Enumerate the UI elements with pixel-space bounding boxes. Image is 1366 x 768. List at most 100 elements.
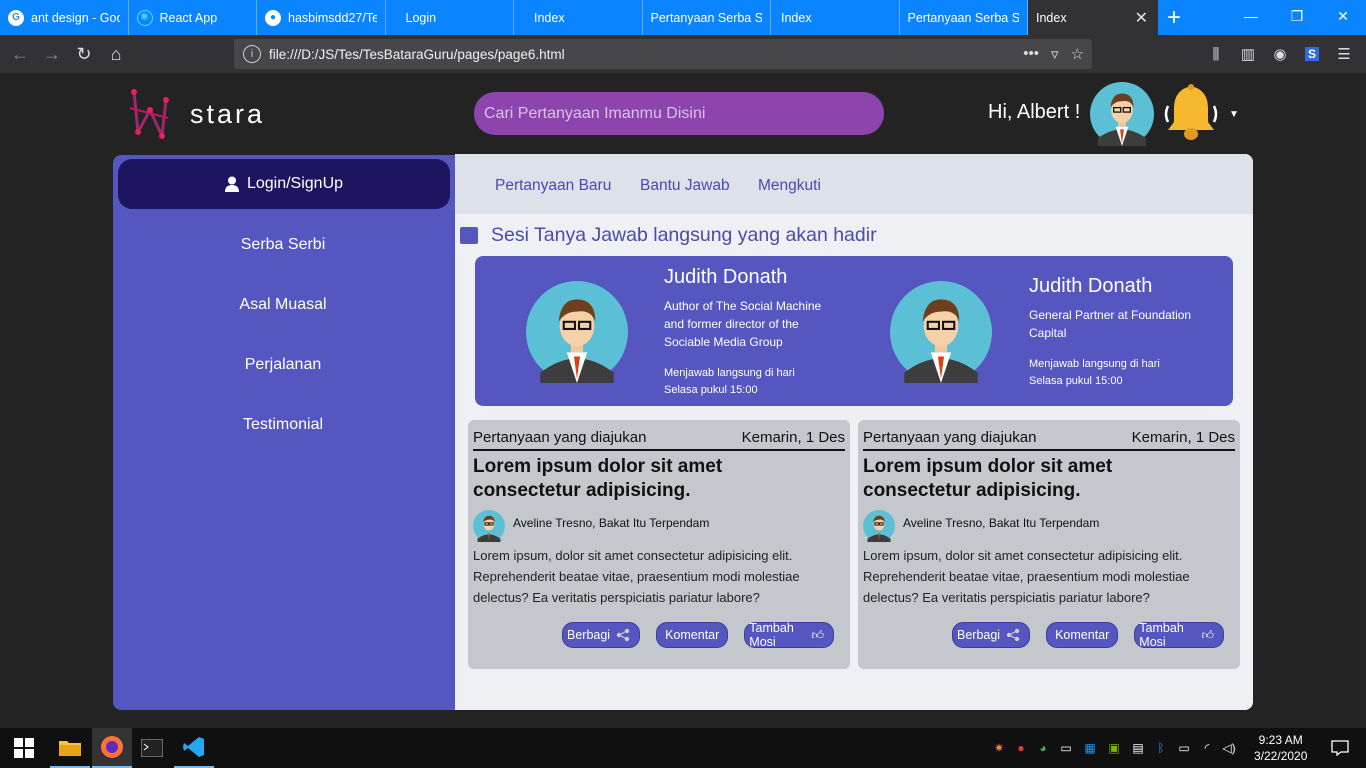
login-signup-label: Login/SignUp — [246, 175, 344, 192]
user-icon — [224, 176, 239, 192]
vscode-icon[interactable] — [174, 728, 214, 768]
card-title[interactable]: Lorem ipsum dolor sit amet consectetur a… — [863, 455, 1183, 503]
tab-index-active[interactable]: Index ✕ — [1028, 0, 1158, 35]
tab-pertanyaan-2[interactable]: Pertanyaan Serba Se — [900, 0, 1028, 35]
comment-button[interactable]: Komentar — [656, 622, 729, 648]
tab-login[interactable]: Login — [386, 0, 514, 35]
reload-icon[interactable]: ↻ — [68, 38, 100, 70]
restore-icon[interactable]: ❐ — [1274, 0, 1320, 32]
logo-icon — [129, 89, 169, 139]
sidebar-item-asal-muasal[interactable]: Asal Muasal — [113, 296, 453, 314]
author-avatar — [863, 510, 895, 542]
speaker-desc: General Partner at Foundation Capital — [1029, 308, 1192, 340]
window-controls: — ❐ ✕ — [1228, 0, 1366, 32]
main-tabs: Pertanyaan Baru Bantu Jawab Mengkuti — [455, 154, 1253, 214]
clock-time: 9:23 AM — [1258, 733, 1303, 747]
main-content: Pertanyaan Baru Bantu Jawab Mengkuti Ses… — [455, 154, 1253, 710]
nvidia-icon[interactable]: ▣ — [1102, 741, 1126, 755]
minimize-icon[interactable]: — — [1228, 0, 1274, 32]
card-actions: Berbagi Komentar Tambah Mosi 👍︎ — [952, 621, 1240, 649]
vote-button[interactable]: Tambah Mosi 👍︎ — [1134, 621, 1224, 649]
tab-index-1[interactable]: Index — [514, 0, 643, 35]
tab-bantu-jawab[interactable]: Bantu Jawab — [640, 177, 730, 195]
firefox-icon[interactable] — [92, 728, 132, 768]
thumbs-up-icon: 👍︎ — [1201, 627, 1214, 642]
card-author: Aveline Tresno, Bakat Itu Terpendam — [863, 510, 1099, 542]
sidebar-item-testimonial[interactable]: Testimonial — [113, 416, 453, 434]
google-icon: G — [8, 9, 24, 26]
speaker-avatar — [890, 281, 992, 383]
windows-start-icon[interactable] — [4, 728, 44, 768]
back-icon[interactable]: ← — [4, 38, 36, 70]
sidebar: Login/SignUp Serba Serbi Asal Muasal Per… — [113, 155, 457, 710]
avast-icon[interactable]: ✷ — [988, 741, 1010, 755]
tab-pertanyaan-baru[interactable]: Pertanyaan Baru — [495, 177, 611, 195]
logo-text: stara — [190, 98, 266, 129]
stara-logo[interactable]: stara — [128, 88, 265, 140]
question-card[interactable]: Pertanyaan yang diajukan Kemarin, 1 Des … — [858, 420, 1240, 669]
account-icon[interactable]: ◉ — [1264, 39, 1296, 69]
user-avatar[interactable] — [1090, 82, 1154, 151]
tray-network-app-icon[interactable]: ▦ — [1078, 741, 1102, 755]
speaker-schedule: Menjawab langsung di hari Selasa pukul 1… — [1029, 358, 1160, 387]
tab-ant-design[interactable]: G ant design - Goo — [0, 0, 129, 35]
chevron-down-icon[interactable]: ▼ — [1229, 109, 1239, 120]
tray-display-icon[interactable]: ▤ — [1126, 741, 1150, 755]
card-header: Pertanyaan yang diajukan Kemarin, 1 Des — [863, 429, 1235, 451]
forward-icon[interactable]: → — [36, 38, 68, 70]
clock-date: 3/22/2020 — [1254, 749, 1308, 763]
window-close-icon[interactable]: ✕ — [1320, 0, 1366, 32]
sidebar-item-serba-serbi[interactable]: Serba Serbi — [113, 236, 453, 254]
tab-pertanyaan-1[interactable]: Pertanyaan Serba Se — [643, 0, 771, 35]
pocket-icon[interactable]: ▿ — [1051, 45, 1059, 63]
share-button[interactable]: Berbagi — [562, 622, 641, 648]
extension-icon[interactable]: S — [1296, 39, 1328, 69]
live-session-banner: Judith Donath Author of The Social Machi… — [475, 256, 1233, 406]
menu-icon[interactable]: ☰ — [1328, 39, 1360, 69]
bookmark-star-icon[interactable]: ☆ — [1071, 45, 1084, 63]
share-button[interactable]: Berbagi — [952, 622, 1031, 648]
card-title[interactable]: Lorem ipsum dolor sit amet consectetur a… — [473, 455, 793, 503]
card-author: Aveline Tresno, Bakat Itu Terpendam — [473, 510, 709, 542]
login-signup-button[interactable]: Login/SignUp — [118, 159, 450, 209]
info-icon[interactable]: i — [243, 45, 261, 63]
tray-app-icon[interactable]: ● — [1010, 741, 1032, 755]
volume-icon[interactable]: ◁) — [1218, 741, 1240, 755]
battery-icon[interactable]: ▭ — [1172, 741, 1196, 755]
vote-button[interactable]: Tambah Mosi 👍︎ — [744, 621, 834, 649]
speaker-name: Judith Donath — [664, 266, 788, 288]
url-bar[interactable]: i file:///D:/JS/Tes/TesBataraGuru/pages/… — [234, 39, 1092, 69]
taskbar-clock[interactable]: 9:23 AM 3/22/2020 — [1254, 732, 1307, 764]
library-icon[interactable]: ⫼ — [1200, 39, 1232, 69]
author-name: Aveline Tresno, Bakat Itu Terpendam — [903, 516, 1100, 530]
tab-react-app[interactable]: ⚛ React App — [129, 0, 257, 35]
bluetooth-icon[interactable]: ᛒ — [1150, 741, 1172, 755]
tray-globe-icon[interactable]: ◕ — [1032, 741, 1054, 755]
sidebar-item-perjalanan[interactable]: Perjalanan — [113, 356, 453, 374]
tab-github[interactable]: ● hasbimsdd27/Te — [257, 0, 386, 35]
question-card[interactable]: Pertanyaan yang diajukan Kemarin, 1 Des … — [468, 420, 850, 669]
home-icon[interactable]: ⌂ — [100, 38, 132, 70]
react-icon: ⚛ — [136, 9, 153, 26]
new-tab-button[interactable]: + — [1158, 0, 1190, 35]
tray-drive-icon[interactable]: ▭ — [1054, 741, 1078, 755]
github-icon: ● — [265, 9, 281, 26]
share-icon — [1006, 628, 1020, 642]
notification-bell-icon[interactable] — [1160, 84, 1222, 149]
sidebar-icon[interactable]: ▥ — [1232, 39, 1264, 69]
file-explorer-icon[interactable] — [50, 728, 90, 768]
search-input[interactable]: Cari Pertanyaan Imanmu Disini — [474, 92, 884, 135]
speaker-name: Judith Donath — [1029, 275, 1153, 297]
notification-center-icon[interactable] — [1320, 728, 1360, 768]
close-icon[interactable]: ✕ — [1135, 8, 1148, 28]
tab-mengkuti[interactable]: Mengkuti — [758, 177, 821, 195]
comment-button[interactable]: Komentar — [1046, 622, 1119, 648]
speaker-schedule: Menjawab langsung di hari Selasa pukul 1… — [664, 367, 795, 396]
terminal-icon[interactable] — [132, 728, 172, 768]
windows-taskbar: ✷ ● ◕ ▭ ▦ ▣ ▤ ᛒ ▭ ◜ ◁) 9:23 AM 3/22/2020 — [0, 728, 1366, 768]
more-actions-icon[interactable]: ••• — [1023, 45, 1039, 63]
browser-tab-bar: G ant design - Goo ⚛ React App ● hasbims… — [0, 0, 1366, 35]
author-name: Aveline Tresno, Bakat Itu Terpendam — [513, 516, 710, 530]
wifi-icon[interactable]: ◜ — [1196, 741, 1218, 755]
tab-index-2[interactable]: Index — [771, 0, 900, 35]
